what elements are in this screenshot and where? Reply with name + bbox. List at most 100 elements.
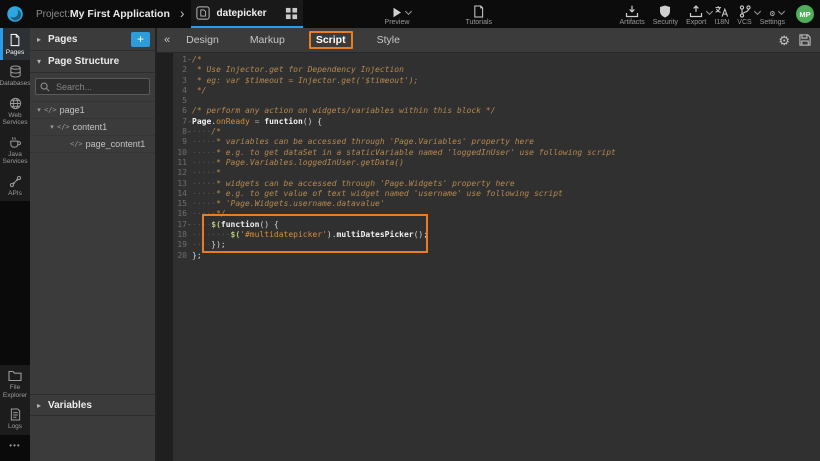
sidebar-item-java-services[interactable]: Java Services (0, 131, 30, 170)
sidebar-item-file-explorer[interactable]: File Explorer (0, 365, 30, 403)
code-text: ·····* (192, 168, 221, 178)
gear-icon: ⚙ (769, 10, 775, 18)
line-number: 7 (173, 117, 187, 127)
search-icon (40, 82, 50, 92)
avatar[interactable]: MP (796, 5, 814, 23)
code-line-3: 3 * eg: var $timeout = Injector.get('$ti… (173, 76, 820, 86)
line-number: 19 (173, 240, 187, 250)
page-structure-arrow-icon[interactable]: ▾ (35, 57, 43, 66)
download-icon (625, 5, 639, 18)
grid-icon[interactable] (285, 7, 298, 20)
security-button[interactable]: Security (653, 3, 678, 26)
line-number: 6 (173, 106, 187, 116)
chevron-down-icon[interactable] (405, 7, 412, 14)
variables-header[interactable]: ▸ Variables (30, 394, 155, 416)
sidebar-item-label: Web Services (0, 112, 30, 127)
pages-collapse-arrow-icon[interactable]: ▸ (35, 35, 43, 44)
editor-row: 1-/*2 * Use Injector.get for Dependency … (157, 53, 820, 461)
code-line-19: 19····}); (173, 240, 820, 250)
line-number: 3 (173, 76, 187, 86)
code-line-8: 8-····/* (173, 127, 820, 137)
translate-icon (714, 5, 729, 18)
script-code-editor[interactable]: 1-/*2 * Use Injector.get for Dependency … (173, 53, 820, 461)
api-icon (9, 175, 22, 188)
sidebar-item-apis[interactable]: APIs (0, 170, 30, 201)
project-chevron-icon: › (180, 5, 185, 21)
code-text: */ (192, 86, 206, 96)
sidebar-item-label: Databases (0, 80, 31, 87)
code-line-13: 13·····* widgets can be accessed through… (173, 179, 820, 189)
sidebar-item-databases[interactable]: Databases (0, 60, 30, 91)
sidebar-item-label: APIs (8, 190, 22, 197)
gear-icon[interactable]: ⚙ (778, 34, 790, 47)
code-text: /* (192, 55, 202, 65)
variables-title: Variables (48, 400, 150, 411)
line-number: 16 (173, 209, 187, 219)
variables-arrow-icon[interactable]: ▸ (35, 401, 43, 410)
logs-icon (10, 408, 21, 421)
tab-script[interactable]: Script (309, 31, 353, 49)
tab-style[interactable]: Style (370, 31, 407, 49)
sidebar-item-pages[interactable]: Pages (0, 28, 30, 60)
pages-panel: ▸ Pages + ▾ Page Structure ▾</>page1▾</>… (30, 28, 157, 461)
line-number: 9 (173, 137, 187, 147)
page-structure-tree: ▾</>page1▾</>content1</>page_content1 (30, 102, 155, 153)
search-wrap (30, 73, 155, 102)
sidebar-item-logs[interactable]: Logs (0, 403, 30, 434)
play-icon (392, 7, 402, 18)
settings-label: Settings (760, 19, 785, 26)
code-text: * eg: var $timeout = Injector.get('$time… (192, 76, 418, 86)
code-text: ·····* variables can be accessed through… (192, 137, 534, 147)
page-structure-title: Page Structure (48, 56, 150, 67)
code-line-18: 18········$('#multidatepicker').multiDat… (173, 230, 820, 240)
line-number: 10 (173, 148, 187, 158)
code-text: ····$(function() { (192, 220, 279, 230)
rail-bottom-group: File Explorer Logs ••• (0, 365, 30, 461)
widget-code-icon: </> (70, 140, 83, 148)
panel-bottom-fill (30, 416, 155, 461)
code-line-9: 9 ·····* variables can be accessed throug… (173, 137, 820, 147)
tab-markup[interactable]: Markup (243, 31, 292, 49)
sidebar-item-more[interactable]: ••• (0, 435, 30, 458)
preview-button[interactable]: Preview (385, 3, 410, 26)
sidebar-item-label: Logs (8, 423, 22, 430)
code-text: }; (192, 251, 202, 261)
vcs-button[interactable]: VCS (737, 3, 751, 26)
tutorials-button[interactable]: Tutorials (465, 3, 492, 26)
line-number: 5 (173, 96, 187, 106)
code-line-4: 4 */ (173, 86, 820, 96)
tabbar-actions: ⚙ (778, 34, 811, 47)
chevron-down-icon[interactable] (778, 7, 785, 14)
page-structure-header[interactable]: ▾ Page Structure (30, 51, 155, 73)
tree-expand-arrow-icon[interactable]: ▾ (48, 123, 56, 131)
collapse-panel-button[interactable]: « (164, 34, 170, 46)
search-box[interactable] (35, 78, 150, 95)
line-number: 11 (173, 158, 187, 168)
tree-item-label: page1 (60, 105, 85, 115)
tab-design[interactable]: Design (179, 31, 226, 49)
export-button[interactable]: Export (686, 3, 706, 26)
code-text: Page.onReady = function() { (192, 117, 322, 127)
artifacts-button[interactable]: Artifacts (619, 3, 644, 26)
settings-button[interactable]: ⚙Settings (760, 3, 785, 26)
left-rail: Pages Databases Web Services Java Services A… (0, 28, 30, 461)
tree-item-page1[interactable]: ▾</>page1 (30, 102, 155, 119)
export-label: Export (686, 19, 706, 26)
chevron-down-icon[interactable] (706, 7, 713, 14)
search-input[interactable] (54, 81, 145, 93)
tree-item-page_content1[interactable]: </>page_content1 (30, 136, 155, 153)
tree-item-content1[interactable]: ▾</>content1 (30, 119, 155, 136)
i18n-button[interactable]: I18N (714, 3, 729, 26)
i18n-label: I18N (714, 19, 729, 26)
open-page-tab[interactable]: datepicker (191, 0, 303, 28)
line-number: 12 (173, 168, 187, 178)
artifacts-label: Artifacts (619, 19, 644, 26)
more-icon: ••• (9, 441, 20, 450)
add-page-button[interactable]: + (131, 32, 150, 47)
tree-expand-arrow-icon[interactable]: ▾ (35, 106, 43, 114)
save-icon[interactable] (799, 34, 811, 46)
line-number: 14 (173, 189, 187, 199)
sidebar-item-web-services[interactable]: Web Services (0, 92, 30, 131)
code-line-1: 1-/* (173, 55, 820, 65)
wavemaker-logo-icon[interactable] (0, 0, 30, 28)
